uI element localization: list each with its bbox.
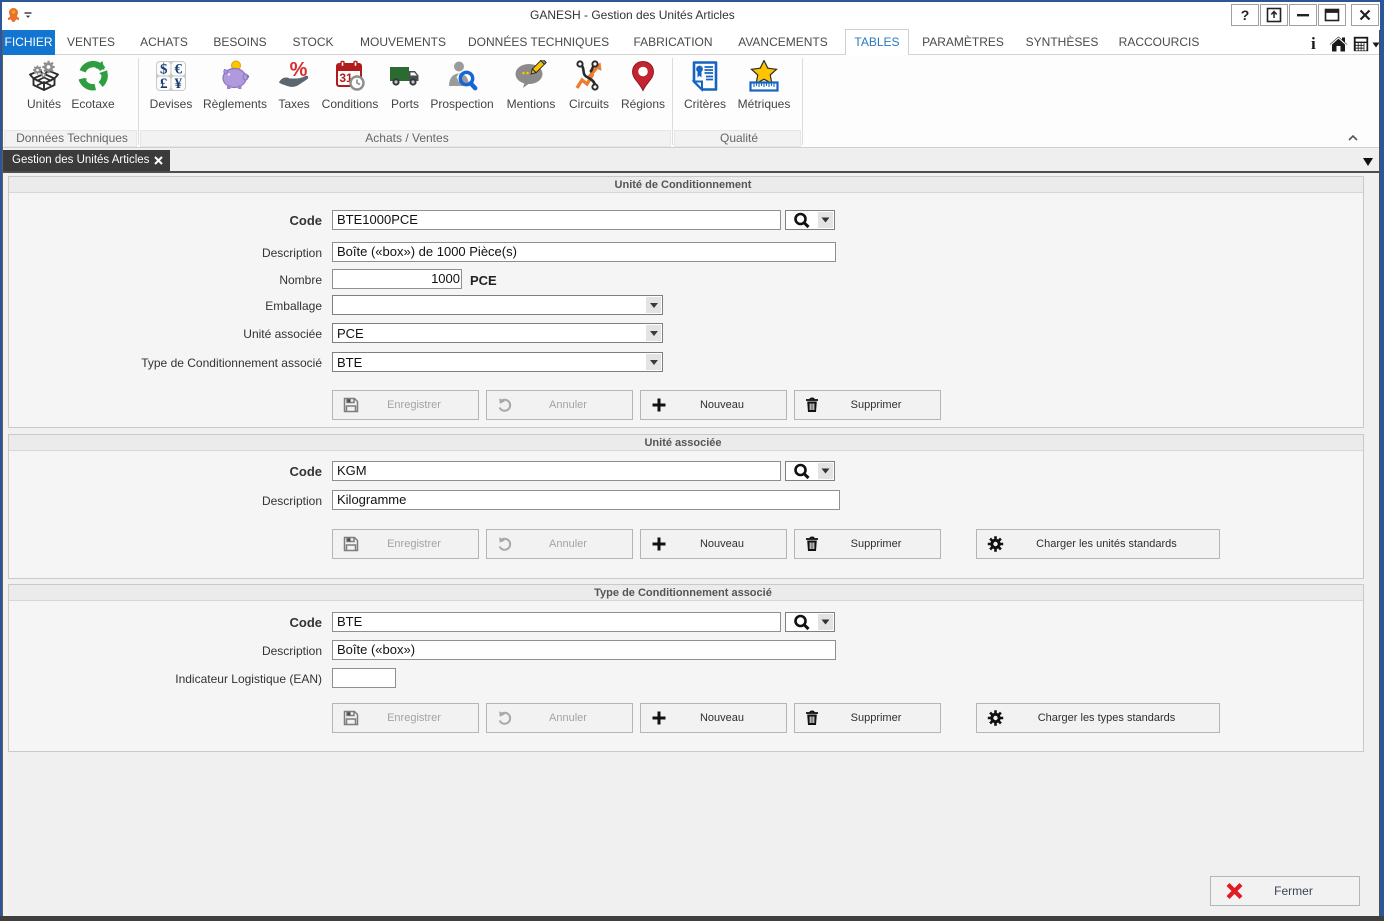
svg-text:£: £ [160,76,168,92]
svg-text:¥: ¥ [175,76,183,92]
svg-text:?: ? [1241,7,1250,23]
